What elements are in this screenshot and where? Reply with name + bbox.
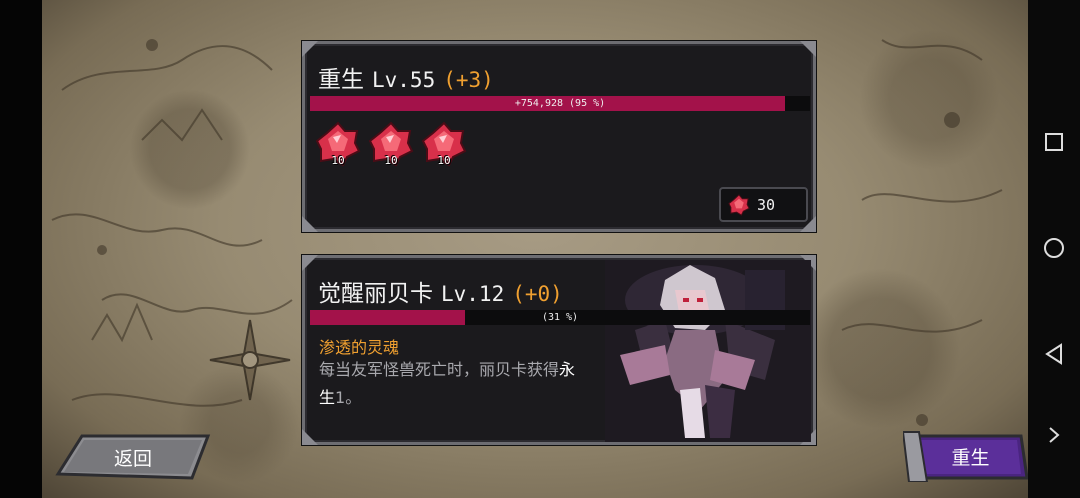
- hero-title: 觉醒丽贝卡 Lv.12 (+0): [318, 274, 563, 308]
- hero-name: 觉醒丽贝卡: [318, 281, 433, 307]
- system-navigation-bar: [1028, 0, 1080, 498]
- rebirth-button-label: 重生: [951, 446, 990, 469]
- rebirth-xp-text: +754,928 (95 %): [514, 98, 606, 109]
- gem-count: 10: [331, 154, 345, 167]
- corner-ornament: [302, 41, 318, 57]
- rebirth-cost-value: 30: [757, 196, 776, 214]
- skill-desc-keyword-cont: 生: [319, 388, 336, 407]
- skill-desc-line1: 每当友军怪兽死亡时，丽贝卡获得: [319, 360, 560, 379]
- skill-desc-keyword: 永: [559, 360, 576, 379]
- corner-ornament: [302, 429, 318, 445]
- corner-ornament: [800, 41, 816, 57]
- red-gem-icon: [728, 194, 750, 216]
- red-gem-icon: 10: [368, 121, 414, 167]
- square-icon[interactable]: [1042, 130, 1066, 154]
- red-gem-icon: 10: [315, 121, 361, 167]
- rebecca-character-portrait: [605, 260, 811, 442]
- game-screen: 重生 Lv.55 (+3) +754,928 (95 %) 10 10 10 30: [0, 0, 1080, 498]
- rebirth-title-text: 重生: [318, 67, 364, 93]
- back-button[interactable]: 返回: [52, 432, 214, 482]
- hero-xp-text: (31 %): [541, 312, 579, 323]
- rebirth-button[interactable]: 重生: [903, 430, 1028, 482]
- hero-level: Lv.12: [441, 282, 505, 306]
- rebirth-cost-box: 30: [719, 187, 808, 222]
- rebirth-xp-bar: +754,928 (95 %): [310, 96, 810, 111]
- hero-level-bonus: (+0): [512, 282, 563, 306]
- skill-desc-line2: 1。: [335, 388, 362, 407]
- gem-count: 10: [384, 154, 398, 167]
- back-button-label: 返回: [113, 447, 152, 470]
- left-black-strip: [0, 0, 42, 498]
- rebirth-level-bonus: (+3): [443, 68, 494, 92]
- skill-name: 渗透的灵魂: [319, 338, 400, 357]
- rebirth-title: 重生 Lv.55 (+3): [318, 60, 494, 94]
- rebirth-panel: 重生 Lv.55 (+3) +754,928 (95 %) 10 10 10 30: [302, 41, 816, 232]
- red-gem-icon: 10: [421, 121, 467, 167]
- corner-ornament: [302, 216, 318, 232]
- chevron-right-icon[interactable]: [1042, 423, 1066, 447]
- skill-description: 每当友军怪兽死亡时，丽贝卡获得永生1。: [319, 356, 619, 412]
- hero-panel: 觉醒丽贝卡 Lv.12 (+0) (31 %) 渗透的灵魂 每当友军怪兽死亡时，丽贝…: [302, 255, 816, 445]
- hero-xp-bar: (31 %): [310, 310, 810, 325]
- triangle-back-icon[interactable]: [1042, 342, 1066, 366]
- gem-count: 10: [437, 154, 451, 167]
- circle-icon[interactable]: [1042, 236, 1066, 260]
- corner-ornament: [302, 255, 318, 271]
- rebirth-level: Lv.55: [372, 68, 436, 92]
